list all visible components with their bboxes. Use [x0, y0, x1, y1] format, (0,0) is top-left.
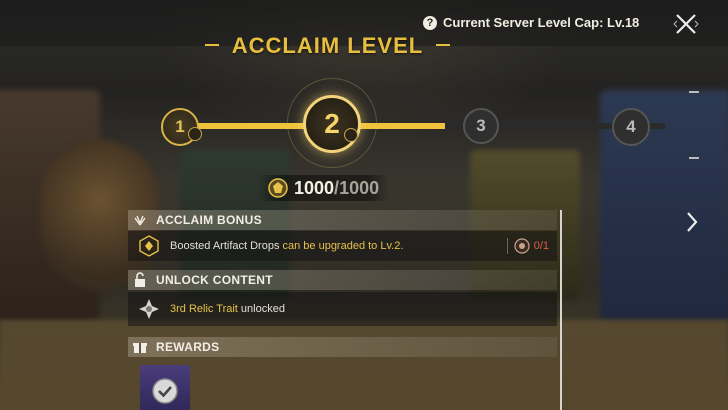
reward-item[interactable]: [140, 365, 190, 410]
points-current: 1000: [294, 177, 335, 198]
section-acclaim-bonus-header: ACCLAIM BONUS: [128, 210, 557, 230]
relic-trait-icon: [139, 299, 159, 319]
acclaim-bonus-row: Boosted Artifact Drops can be upgraded t…: [128, 231, 557, 261]
level-node-label: 4: [626, 117, 636, 136]
artifact-drop-icon: [139, 235, 159, 257]
section-title: ACCLAIM BONUS: [156, 213, 262, 227]
unlock-text: unlocked: [237, 303, 285, 315]
acclaim-medal-icon: [514, 238, 530, 254]
server-level-cap-text: Current Server Level Cap: Lv.18: [443, 15, 640, 30]
section-title: UNLOCK CONTENT: [156, 273, 273, 287]
side-dash: [689, 91, 699, 93]
gift-icon: [133, 343, 147, 353]
level-badge-icon: [188, 127, 202, 141]
level-badge-icon: [344, 128, 358, 142]
level-node-3[interactable]: 3: [463, 108, 499, 144]
level-node-2-current[interactable]: 2: [303, 95, 361, 153]
bonus-highlight: can be upgraded to Lv.2.: [282, 240, 404, 252]
claimed-check-icon: [152, 378, 178, 404]
points-max: 1000: [339, 177, 380, 198]
unlock-content-row: 3rd Relic Trait unlocked: [128, 292, 557, 326]
bonus-text: Boosted Artifact Drops: [170, 240, 283, 252]
acclaim-coin-icon: [268, 178, 288, 198]
unlock-highlight: 3rd Relic Trait: [170, 303, 238, 315]
section-rewards-header: REWARDS: [128, 337, 557, 357]
chevron-right-icon[interactable]: [684, 210, 700, 234]
server-level-cap: ? Current Server Level Cap: Lv.18: [423, 15, 639, 30]
close-icon: [673, 14, 699, 34]
level-node-4[interactable]: 4: [612, 108, 650, 146]
level-node-label: 1: [175, 117, 185, 136]
laurel-icon: [134, 215, 146, 226]
panel-scrollbar[interactable]: [560, 210, 562, 410]
section-title: REWARDS: [156, 340, 220, 354]
bonus-count-value: 0/1: [533, 240, 549, 252]
acclaim-detail-panel[interactable]: ACCLAIM BONUS Boosted Artifact Drops can…: [128, 210, 560, 410]
level-node-label: 3: [476, 116, 486, 135]
unlock-icon: [135, 272, 145, 287]
bonus-count: 0/1: [506, 238, 549, 254]
close-button[interactable]: [667, 9, 705, 39]
acclaim-points: 1000/1000: [258, 175, 390, 201]
level-node-label: 2: [324, 108, 340, 139]
section-unlock-content-header: UNLOCK CONTENT: [128, 270, 557, 290]
level-node-1[interactable]: 1: [161, 108, 202, 146]
page-title: ACCLAIM LEVEL: [231, 33, 424, 58]
side-dash: [689, 157, 699, 159]
help-icon[interactable]: ?: [423, 15, 437, 30]
